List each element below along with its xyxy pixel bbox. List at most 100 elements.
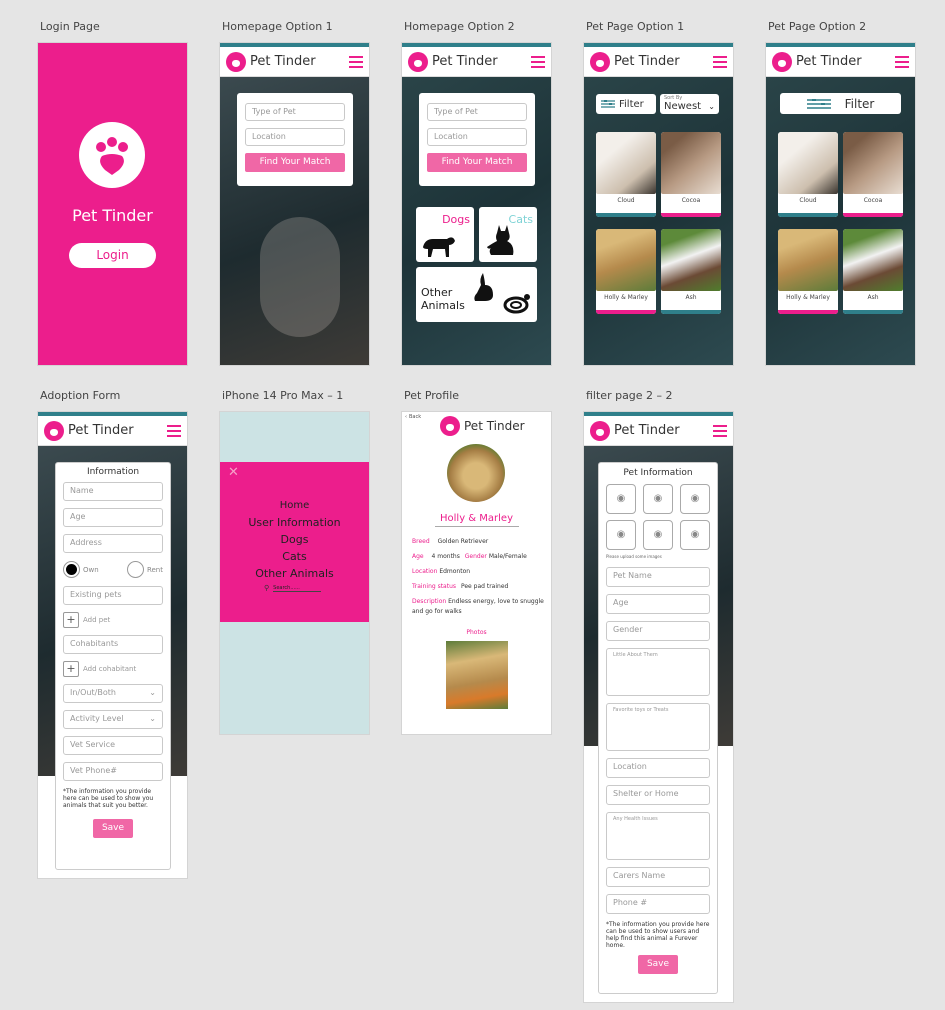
in-out-select[interactable]: In/Out/Both ⌄ xyxy=(63,684,163,703)
login-button[interactable]: Login xyxy=(69,243,156,268)
type-of-pet-input[interactable]: Type of Pet xyxy=(427,103,527,121)
add-cohabitant-plus-icon[interactable]: + xyxy=(63,661,79,677)
artboard-label-filter: filter page 2 – 2 xyxy=(586,389,673,402)
other-animals-label-2: Animals xyxy=(421,299,465,312)
health-textarea[interactable]: Any Health Issues xyxy=(606,812,710,860)
paw-logo-icon xyxy=(590,420,610,441)
age-input[interactable]: Age xyxy=(606,594,710,614)
filter-button[interactable]: Filter xyxy=(596,94,656,114)
find-match-button[interactable]: Find Your Match xyxy=(427,153,527,172)
menu-item-other-animals[interactable]: Other Animals xyxy=(220,565,369,582)
address-input[interactable]: Address xyxy=(63,534,163,553)
hamburger-menu-icon[interactable] xyxy=(713,424,727,437)
vet-service-input[interactable]: Vet Service xyxy=(63,736,163,755)
artboard-label-home1: Homepage Option 1 xyxy=(222,20,333,33)
pet-details: Breed Golden Retriever Age 4 months Gend… xyxy=(412,534,544,617)
age-label: Age xyxy=(412,553,424,560)
hamburger-menu-icon[interactable] xyxy=(167,424,181,437)
menu-item-user-information[interactable]: User Information xyxy=(220,514,369,531)
category-cats[interactable]: Cats xyxy=(479,207,537,262)
menu-search-input[interactable]: Search...... xyxy=(273,585,322,592)
phone-input[interactable]: Phone # xyxy=(606,894,710,914)
status-bar xyxy=(661,213,721,217)
save-button[interactable]: Save xyxy=(638,955,678,974)
gender-input[interactable]: Gender xyxy=(606,621,710,641)
location-input[interactable]: Location xyxy=(427,128,527,146)
existing-pets-input[interactable]: Existing pets xyxy=(63,586,163,605)
pet-card[interactable]: Cloud xyxy=(778,132,838,217)
back-label: Back xyxy=(409,414,422,420)
pet-photo xyxy=(843,132,903,194)
pet-card[interactable]: Ash xyxy=(661,229,721,314)
status-bar xyxy=(596,310,656,314)
location-label: Location xyxy=(412,568,438,575)
pet-card[interactable]: Cloud xyxy=(596,132,656,217)
activity-level-select[interactable]: Activity Level ⌄ xyxy=(63,710,163,729)
chevron-down-icon: ⌄ xyxy=(149,714,156,723)
pet-name-input[interactable]: Pet Name xyxy=(606,567,710,587)
sort-value: Newest xyxy=(664,101,702,112)
own-label: Own xyxy=(83,565,99,574)
camera-icon[interactable]: ◉ xyxy=(643,520,673,550)
cohabitants-input[interactable]: Cohabitants xyxy=(63,635,163,654)
artboard-label-pet2: Pet Page Option 2 xyxy=(768,20,867,33)
camera-icon[interactable]: ◉ xyxy=(643,484,673,514)
filter-button[interactable]: Filter xyxy=(780,93,901,114)
menu-overlay-screen: ✕ Home User Information Dogs Cats Other … xyxy=(220,412,369,734)
age-input[interactable]: Age xyxy=(63,508,163,527)
gender-value: Male/Female xyxy=(488,553,527,560)
hamburger-menu-icon[interactable] xyxy=(531,55,545,68)
sliders-icon xyxy=(806,98,831,109)
category-other-animals[interactable]: Other Animals xyxy=(416,267,537,322)
own-radio[interactable] xyxy=(63,561,80,578)
artboard-label-profile: Pet Profile xyxy=(404,389,460,402)
form-heading: Pet Information xyxy=(623,468,693,478)
pet-card[interactable]: Ash xyxy=(843,229,903,314)
menu-item-home[interactable]: Home xyxy=(220,497,369,514)
breed-value: Golden Retriever xyxy=(437,538,489,545)
background-photo xyxy=(584,77,733,365)
hamburger-menu-icon[interactable] xyxy=(349,55,363,68)
name-input[interactable]: Name xyxy=(63,482,163,501)
menu-item-cats[interactable]: Cats xyxy=(220,548,369,565)
camera-icon[interactable]: ◉ xyxy=(606,520,636,550)
category-dogs[interactable]: Dogs xyxy=(416,207,474,262)
login-screen: Pet Tinder Login xyxy=(38,43,187,365)
sort-dropdown[interactable]: Sort By Newest ⌄ xyxy=(660,94,719,114)
vet-phone-input[interactable]: Vet Phone# xyxy=(63,762,163,781)
artboard-label-pet1: Pet Page Option 1 xyxy=(586,20,685,33)
artboard-label-iphone: iPhone 14 Pro Max – 1 xyxy=(222,389,344,402)
app-header: Pet Tinder xyxy=(584,47,733,77)
favorites-textarea[interactable]: Favorite toys or Treats xyxy=(606,703,710,751)
pet-gallery-photo[interactable] xyxy=(446,641,508,709)
pet-page-option-2: Pet Tinder Filter Cloud Cocoa Holly & Ma… xyxy=(766,43,915,365)
pet-card[interactable]: Holly & Marley xyxy=(596,229,656,314)
type-of-pet-input[interactable]: Type of Pet xyxy=(245,103,345,121)
menu-item-dogs[interactable]: Dogs xyxy=(220,531,369,548)
save-button[interactable]: Save xyxy=(93,819,133,838)
search-icon: ⚲ xyxy=(264,584,270,592)
rent-radio[interactable] xyxy=(126,561,144,578)
pet-avatar xyxy=(447,444,505,502)
location-input[interactable]: Location xyxy=(245,128,345,146)
camera-icon[interactable]: ◉ xyxy=(680,484,710,514)
find-match-button[interactable]: Find Your Match xyxy=(245,153,345,172)
hamburger-menu-icon[interactable] xyxy=(713,55,727,68)
pet-card[interactable]: Cocoa xyxy=(843,132,903,217)
back-link[interactable]: ‹ Back xyxy=(405,414,421,420)
app-header: Pet Tinder xyxy=(38,416,187,446)
pet-photo xyxy=(843,229,903,291)
about-textarea[interactable]: Little About Them xyxy=(606,648,710,696)
pet-photo xyxy=(778,229,838,291)
carer-name-input[interactable]: Carers Name xyxy=(606,867,710,887)
pet-card[interactable]: Holly & Marley xyxy=(778,229,838,314)
close-icon[interactable]: ✕ xyxy=(228,465,239,480)
location-input[interactable]: Location xyxy=(606,758,710,778)
pet-name: Cloud xyxy=(617,197,635,204)
hamburger-menu-icon[interactable] xyxy=(895,55,909,68)
camera-icon[interactable]: ◉ xyxy=(680,520,710,550)
add-pet-plus-icon[interactable]: + xyxy=(63,612,79,628)
pet-card[interactable]: Cocoa xyxy=(661,132,721,217)
camera-icon[interactable]: ◉ xyxy=(606,484,636,514)
shelter-input[interactable]: Shelter or Home xyxy=(606,785,710,805)
